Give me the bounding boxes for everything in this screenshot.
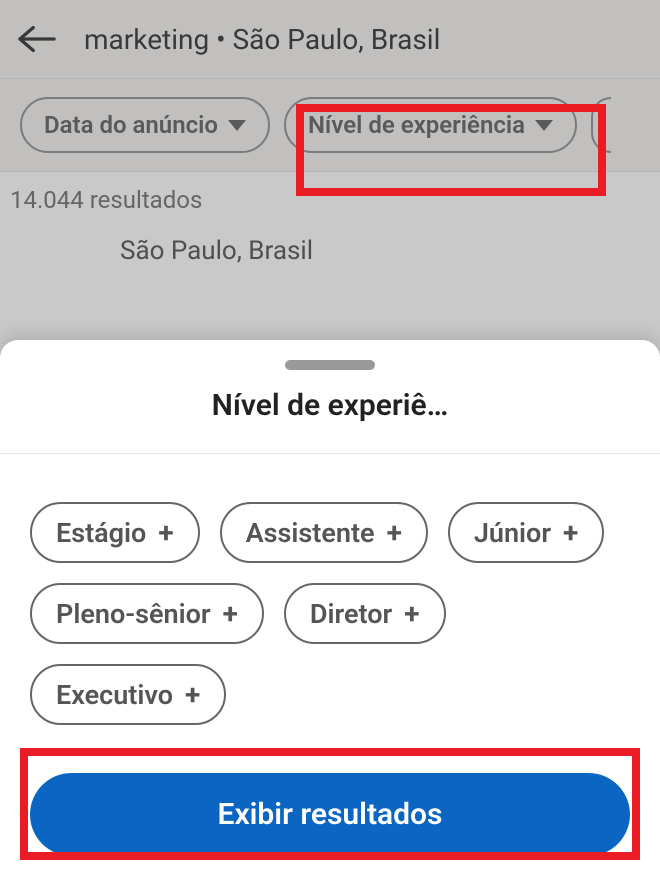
plus-icon: + xyxy=(223,597,238,630)
plus-icon: + xyxy=(185,678,200,711)
option-director[interactable]: Diretor + xyxy=(284,583,446,644)
plus-icon: + xyxy=(158,516,173,549)
filter-bar: Data do anúncio Nível de experiência xyxy=(0,79,660,172)
option-executive-label: Executivo xyxy=(56,679,173,711)
search-title: marketing • São Paulo, Brasil xyxy=(84,23,440,56)
results-count: 14.044 resultados xyxy=(0,172,660,228)
option-mid-senior-label: Pleno-sênior xyxy=(56,598,211,630)
filter-experience-level[interactable]: Nível de experiência xyxy=(284,97,577,153)
option-internship-label: Estágio xyxy=(56,517,146,549)
plus-icon: + xyxy=(387,516,402,549)
filter-experience-level-label: Nível de experiência xyxy=(308,111,525,139)
filter-date-posted[interactable]: Data do anúncio xyxy=(20,97,270,153)
plus-icon: + xyxy=(563,516,578,549)
option-director-label: Diretor xyxy=(310,598,392,630)
filter-more[interactable] xyxy=(591,97,611,153)
option-junior-label: Júnior xyxy=(474,517,551,549)
back-arrow-icon[interactable] xyxy=(18,20,56,58)
search-header: marketing • São Paulo, Brasil xyxy=(0,0,660,79)
option-mid-senior[interactable]: Pleno-sênior + xyxy=(30,583,264,644)
filter-date-posted-label: Data do anúncio xyxy=(44,111,218,139)
experience-level-bottom-sheet: Nível de experiê… Estágio + Assistente +… xyxy=(0,340,660,880)
option-assistant[interactable]: Assistente + xyxy=(220,502,428,563)
result-location: São Paulo, Brasil xyxy=(0,228,660,286)
sheet-title: Nível de experiê… xyxy=(0,388,660,454)
chevron-down-icon xyxy=(535,120,553,131)
option-internship[interactable]: Estágio + xyxy=(30,502,200,563)
option-executive[interactable]: Executivo + xyxy=(30,664,226,725)
experience-options-container: Estágio + Assistente + Júnior + Pleno-sê… xyxy=(0,454,660,763)
plus-icon: + xyxy=(404,597,419,630)
show-results-button[interactable]: Exibir resultados xyxy=(30,773,630,856)
option-assistant-label: Assistente xyxy=(246,517,375,549)
option-junior[interactable]: Júnior + xyxy=(448,502,604,563)
chevron-down-icon xyxy=(228,120,246,131)
sheet-drag-handle[interactable] xyxy=(285,360,375,370)
